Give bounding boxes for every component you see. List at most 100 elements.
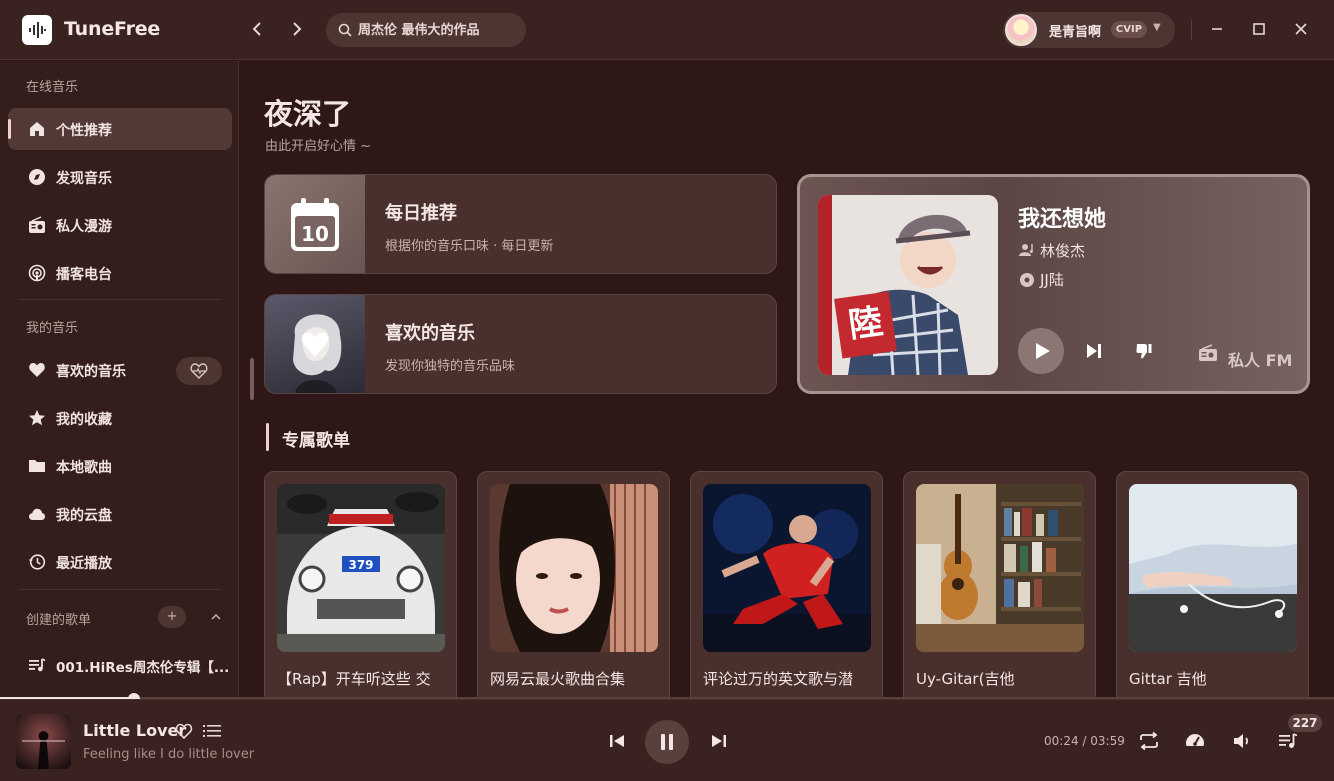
daily-recommend-card[interactable]: 10 每日推荐 根据你的音乐口味 · 每日更新 <box>264 174 777 274</box>
artist-icon <box>1019 244 1033 256</box>
play-icon <box>1036 343 1050 359</box>
search-icon <box>338 23 352 37</box>
radio-icon <box>1199 344 1217 361</box>
section-marker <box>266 423 269 451</box>
private-fm-card[interactable]: 陸 我还想她 林俊杰 JJ陆 私人 FM <box>797 174 1310 394</box>
playlist-cover <box>490 484 658 652</box>
previous-button[interactable] <box>606 730 628 752</box>
liked-music-card[interactable]: 喜欢的音乐 发现你独特的音乐品味 <box>264 294 777 394</box>
sidebar-item-discover[interactable]: 发现音乐 <box>8 156 232 198</box>
maximize-icon <box>1253 23 1265 35</box>
daily-cover: 10 <box>265 175 365 273</box>
sidebar-item-cloud[interactable]: 我的云盘 <box>8 493 232 535</box>
close-button[interactable] <box>1289 18 1313 42</box>
playlist-name: 网易云最火歌曲合集 <box>490 670 626 688</box>
playlist-card[interactable]: Gittar 吉他 <box>1116 471 1309 698</box>
fm-next-button[interactable] <box>1085 343 1103 359</box>
page-subtitle: 由此开启好心情 ~ <box>265 139 372 154</box>
collapse-chevron-icon[interactable] <box>202 606 230 628</box>
forward-button[interactable] <box>286 18 308 42</box>
main-content: 夜深了 由此开启好心情 ~ 10 每日推荐 根据你的音乐口味 · 每日更新 喜欢… <box>240 61 1334 698</box>
fm-play-button[interactable] <box>1018 328 1064 374</box>
calendar-date: 10 <box>301 222 329 246</box>
search-box[interactable] <box>326 13 526 47</box>
playback-time: 00:24 / 03:59 <box>1044 734 1125 748</box>
maximize-button[interactable] <box>1247 18 1271 42</box>
fm-album-art: 陸 <box>818 195 998 375</box>
active-indicator <box>8 119 11 139</box>
app-window: TuneFree 是青旨啊 CVIP ▼ 在线音乐 <box>0 0 1334 781</box>
caret-down-icon[interactable]: ▼ <box>1153 22 1161 33</box>
sidebar-item-roaming[interactable]: 私人漫游 <box>8 204 232 246</box>
back-button[interactable] <box>246 18 268 42</box>
section-title-mine: 我的音乐 <box>26 321 79 336</box>
add-playlist-button[interactable]: + <box>158 606 186 628</box>
vip-badge: CVIP <box>1111 21 1147 38</box>
playlist-name: 评论过万的英文歌与潜 <box>703 670 854 688</box>
card-title: 每日推荐 <box>385 203 457 224</box>
sidebar-item-history[interactable]: 最近播放 <box>8 541 232 583</box>
minimize-button[interactable] <box>1205 18 1229 42</box>
pause-icon <box>661 734 673 750</box>
sidebar-item-label: 播客电台 <box>56 267 112 283</box>
user-menu[interactable]: 是青旨啊 CVIP ▼ <box>1003 12 1175 48</box>
playlist-card[interactable]: 379 【Rap】开车听这些 交 <box>264 471 457 698</box>
fm-dislike-button[interactable] <box>1135 342 1153 360</box>
fm-label: 私人 FM <box>1228 351 1293 370</box>
playlist-cover <box>703 484 871 652</box>
playlist-card[interactable]: Uy-Gitar(吉他 <box>903 471 1096 698</box>
sidebar-item-label: 本地歌曲 <box>56 460 112 476</box>
search-input[interactable] <box>358 21 518 39</box>
sidebar-item-recommend[interactable]: 个性推荐 <box>8 108 232 150</box>
time-separator: / <box>1078 734 1091 748</box>
pause-button[interactable] <box>645 720 689 764</box>
page-title: 夜深了 <box>264 97 352 131</box>
sidebar-item-label: 个性推荐 <box>56 123 112 139</box>
next-button[interactable] <box>708 730 730 752</box>
fm-song-title: 我还想她 <box>1018 207 1107 232</box>
divider <box>1191 20 1192 40</box>
queue-count-badge: 227 <box>1288 714 1322 732</box>
playlist-cover <box>1129 484 1297 652</box>
card-subtitle: 发现你独特的音乐品味 <box>385 359 516 374</box>
repeat-mode-icon[interactable] <box>1138 730 1160 752</box>
chevron-left-icon <box>252 22 261 36</box>
podcast-icon <box>28 264 46 282</box>
queue-icon[interactable] <box>1277 730 1299 752</box>
sidebar-item-label: 我的收藏 <box>56 412 112 428</box>
sidebar-item-playlist[interactable]: 001.HiRes周杰伦专辑【... <box>8 644 232 686</box>
playlist-menu-icon[interactable] <box>203 723 221 739</box>
speed-gauge-icon[interactable] <box>1184 730 1206 752</box>
fm-album[interactable]: JJ陆 <box>1040 269 1064 290</box>
avatar[interactable] <box>1005 14 1037 46</box>
sidebar: 在线音乐 个性推荐 发现音乐 私人漫游 播客电台 我的音乐 喜欢的音乐 我的收藏… <box>0 61 239 698</box>
section-title-online: 在线音乐 <box>26 80 79 95</box>
close-icon <box>1295 23 1307 35</box>
fm-artist[interactable]: 林俊杰 <box>1040 240 1085 261</box>
sidebar-item-collection[interactable]: 我的收藏 <box>8 397 232 439</box>
girl-illustration-icon <box>293 314 342 393</box>
sidebar-item-label: 私人漫游 <box>56 219 112 235</box>
sidebar-item-label: 001.HiRes周杰伦专辑【... <box>56 660 230 676</box>
playlist-card[interactable]: 评论过万的英文歌与潜 <box>690 471 883 698</box>
now-playing-title[interactable]: Little Lover <box>83 721 186 740</box>
album-art-text: 陸 <box>846 302 885 346</box>
app-name: TuneFree <box>64 18 161 40</box>
sidebar-item-podcast[interactable]: 播客电台 <box>8 252 232 294</box>
sidebar-item-label: 我的云盘 <box>56 508 112 524</box>
sidebar-item-label: 喜欢的音乐 <box>56 364 126 380</box>
playlist-icon <box>29 658 46 672</box>
playlist-name: 【Rap】开车听这些 交 <box>277 670 431 688</box>
heartbeat-mode-button[interactable] <box>176 357 222 385</box>
volume-icon[interactable] <box>1231 730 1253 752</box>
sidebar-item-local[interactable]: 本地歌曲 <box>8 445 232 487</box>
like-heart-icon[interactable] <box>175 723 193 739</box>
current-time: 00:24 <box>1044 734 1079 748</box>
folder-icon <box>29 460 45 472</box>
playlist-card[interactable]: 网易云最火歌曲合集 <box>477 471 670 698</box>
title-bar: TuneFree 是青旨啊 CVIP ▼ <box>0 0 1334 60</box>
sidebar-item-label: 最近播放 <box>56 556 112 572</box>
playlist-name: Gittar 吉他 <box>1129 670 1207 688</box>
chevron-right-icon <box>293 22 302 36</box>
now-playing-cover[interactable] <box>16 714 71 769</box>
